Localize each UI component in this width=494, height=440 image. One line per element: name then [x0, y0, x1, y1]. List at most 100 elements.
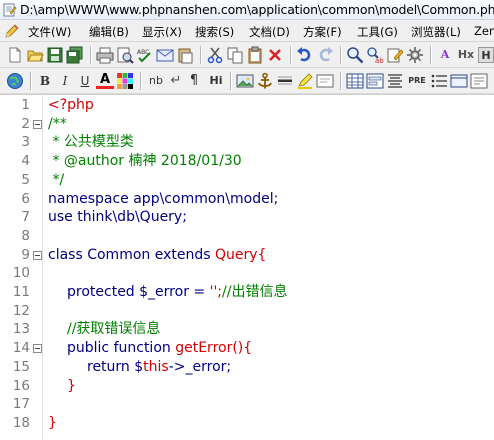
line-number: 17 — [12, 396, 30, 413]
line-number: 18 — [12, 414, 30, 431]
code-text: public function getError(){ — [67, 339, 252, 358]
highlight-icon[interactable] — [296, 72, 314, 90]
comment-icon[interactable] — [316, 72, 334, 90]
spell-check-icon[interactable]: ABC — [136, 46, 154, 64]
open-folder-icon[interactable] — [26, 46, 44, 64]
list-icon[interactable] — [430, 72, 448, 90]
browser-preview-icon[interactable] — [6, 72, 24, 90]
string-literal: ''; — [209, 284, 223, 300]
code-line: 9 class Common extends Query{ — [0, 246, 494, 265]
line-number: 2 — [21, 115, 30, 132]
window-title: D:\amp\WWW\www.phpnanshen.com\applicatio… — [20, 2, 494, 17]
menu-document[interactable]: 文档(D) — [249, 24, 290, 40]
keyword: class — [48, 246, 83, 263]
cut-icon[interactable] — [206, 46, 224, 64]
code-comment: * @author 楠神 2018/01/30 — [48, 153, 242, 170]
heading-hx-button[interactable]: Hx — [456, 47, 476, 63]
email-icon[interactable] — [156, 46, 174, 64]
nbsp-button[interactable]: nb — [146, 73, 166, 89]
keyword: use — [48, 209, 73, 226]
toolbar-separator — [340, 46, 341, 64]
pencil-icon[interactable] — [4, 23, 20, 39]
menu-file[interactable]: 文件(W) — [28, 24, 71, 40]
menu-view[interactable]: 显示(X) — [142, 24, 182, 40]
toolbar-more-icon[interactable] — [470, 72, 488, 90]
redo-icon[interactable] — [316, 46, 334, 64]
line-number: 14 — [12, 340, 30, 357]
new-file-icon[interactable] — [6, 46, 24, 64]
line-number: 13 — [12, 321, 30, 338]
line-number: 5 — [21, 171, 30, 188]
keyword: public — [67, 340, 110, 357]
underline-button[interactable]: U — [76, 73, 94, 89]
html-toolbar: B I U A nb ↵ ¶ Hi PRE — [0, 68, 494, 94]
settings-icon[interactable] — [406, 46, 424, 64]
bold-a-icon[interactable]: A — [436, 47, 454, 63]
code-line: 18 } — [0, 414, 494, 433]
code-line: 8 — [0, 227, 494, 246]
pre-button[interactable]: PRE — [406, 73, 428, 89]
heading-h-button[interactable]: H — [478, 47, 494, 63]
this-keyword: this — [143, 358, 169, 375]
bold-button[interactable]: B — [36, 73, 54, 89]
delete-icon[interactable] — [266, 46, 284, 64]
form-icon[interactable] — [366, 72, 384, 90]
block-icon[interactable] — [450, 72, 468, 90]
menu-zen[interactable]: Zen — [474, 24, 494, 38]
hi-button[interactable]: Hi — [206, 73, 226, 89]
find-replace-icon[interactable]: ab — [366, 46, 384, 64]
line-number: 1 — [21, 97, 30, 113]
line-break-icon[interactable]: ↵ — [168, 73, 184, 89]
line-number: 16 — [12, 377, 30, 394]
code-line: 13 //获取错误信息 — [0, 320, 494, 339]
property-access: ->_error; — [168, 358, 232, 375]
color-palette-icon[interactable] — [116, 72, 134, 90]
code-text: namespace app\common\model; — [48, 190, 278, 209]
code-text: <?php — [48, 97, 94, 113]
print-preview-icon[interactable] — [116, 46, 134, 64]
menu-browser[interactable]: 浏览器(L) — [411, 24, 461, 40]
font-color-button[interactable]: A — [96, 73, 114, 89]
clipboard-icon[interactable] — [246, 46, 264, 64]
paragraph-icon[interactable]: ¶ — [186, 73, 202, 89]
code-text: use think\db\Query; — [48, 208, 187, 227]
italic-button[interactable]: I — [56, 73, 74, 89]
keyword: function — [109, 340, 176, 357]
save-all-icon[interactable] — [66, 46, 84, 64]
code-line: 10 — [0, 264, 494, 283]
paste-icon[interactable] — [176, 46, 194, 64]
line-number: 6 — [21, 190, 30, 207]
fold-toggle-icon[interactable] — [33, 119, 42, 129]
code-line: 11 protected $_error = '';//出错信息 — [0, 283, 494, 302]
toolbar-separator — [340, 72, 341, 90]
fold-toggle-icon[interactable] — [33, 344, 42, 354]
horizontal-rule-icon[interactable] — [276, 72, 294, 90]
table-icon[interactable] — [346, 72, 364, 90]
menu-tools[interactable]: 工具(G) — [357, 24, 398, 40]
code-editor[interactable]: 1 <?php 2 /** 3 * 公共模型类 4 * @author 楠神 2… — [0, 94, 494, 440]
undo-icon[interactable] — [296, 46, 314, 64]
code-line: 15 return $this->_error; — [0, 358, 494, 377]
menu-scheme[interactable]: 方案(F) — [303, 24, 342, 40]
menu-search[interactable]: 搜索(S) — [195, 24, 234, 40]
keyword: namespace — [48, 190, 129, 207]
fold-toggle-icon[interactable] — [33, 250, 42, 260]
code-comment: //出错信息 — [222, 284, 288, 300]
toolbar-separator — [90, 46, 91, 64]
image-icon[interactable] — [236, 72, 254, 90]
menu-edit[interactable]: 编辑(B) — [89, 24, 129, 40]
anchor-icon[interactable] — [256, 72, 274, 90]
code-comment: * 公共模型类 — [48, 134, 134, 151]
toolbar-separator — [290, 46, 291, 64]
copy-icon[interactable] — [226, 46, 244, 64]
namespace-path: app\common\model; — [128, 190, 279, 207]
edit-document-icon[interactable] — [386, 46, 404, 64]
code-line: 4 * @author 楠神 2018/01/30 — [0, 152, 494, 171]
find-icon[interactable] — [346, 46, 364, 64]
align-center-icon[interactable] — [386, 72, 404, 90]
menu-bar: 文件(W) 编辑(B) 显示(X) 搜索(S) 文档(D) 方案(F) 工具(G… — [0, 20, 494, 42]
print-icon[interactable] — [96, 46, 114, 64]
line-number: 7 — [21, 209, 30, 226]
line-number: 15 — [12, 358, 30, 375]
save-icon[interactable] — [46, 46, 64, 64]
